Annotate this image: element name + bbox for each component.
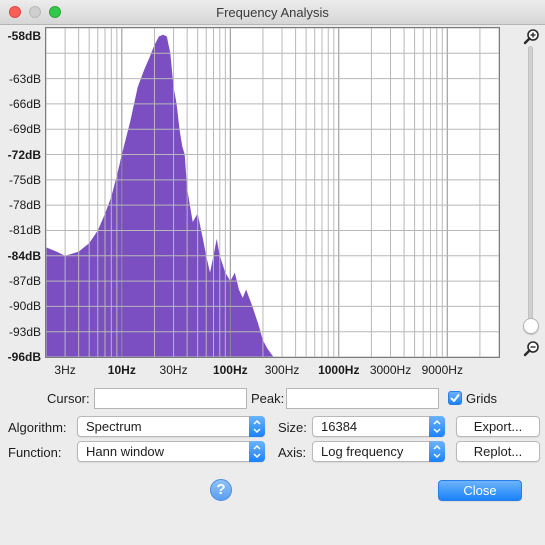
x-tick-label: 300Hz (264, 363, 300, 377)
x-tick-label: 9000Hz (421, 363, 463, 377)
x-tick-label: 1000Hz (318, 363, 360, 377)
y-tick-label: -93dB (8, 324, 41, 339)
algorithm-select[interactable]: Spectrum (77, 416, 265, 437)
zoom-out-icon[interactable] (523, 340, 541, 358)
peak-field[interactable] (286, 388, 439, 409)
spectrum-plot[interactable] (45, 27, 500, 358)
y-tick-label: -96dB (7, 350, 41, 364)
x-tick-label: 100Hz (212, 363, 248, 377)
grids-label: Grids (466, 391, 498, 406)
checkmark-icon (450, 394, 460, 402)
function-label: Function: (8, 445, 62, 460)
size-label: Size: (278, 420, 307, 435)
replot-button[interactable]: Replot... (456, 441, 540, 462)
y-tick-label: -84dB (7, 248, 41, 263)
title-bar[interactable]: Frequency Analysis (0, 0, 545, 25)
size-value: 16384 (321, 419, 358, 434)
cursor-field[interactable] (94, 388, 247, 409)
y-tick-label: -69dB (8, 122, 41, 137)
x-tick-label: 3Hz (54, 363, 76, 377)
peak-label: Peak: (251, 391, 285, 406)
zoom-slider-thumb[interactable] (523, 318, 539, 334)
y-tick-label: -81dB (8, 223, 41, 238)
axis-value: Log frequency (321, 444, 404, 459)
zoom-slider-track[interactable] (528, 46, 533, 334)
updown-arrows-icon (429, 441, 445, 462)
function-value: Hann window (86, 444, 165, 459)
updown-arrows-icon (249, 416, 265, 437)
x-tick-label: 3000Hz (369, 363, 412, 377)
close-button[interactable]: Close (438, 480, 522, 501)
algorithm-value: Spectrum (86, 419, 142, 434)
algorithm-label: Algorithm: (8, 420, 67, 435)
export-button[interactable]: Export... (456, 416, 540, 437)
y-tick-label: -90dB (8, 299, 41, 314)
size-select[interactable]: 16384 (312, 416, 445, 437)
help-button[interactable]: ? (210, 479, 232, 501)
x-tick-label: 10Hz (107, 363, 136, 377)
cursor-label: Cursor: (47, 391, 90, 406)
updown-arrows-icon (249, 441, 265, 462)
axis-label: Axis: (278, 445, 307, 460)
y-tick-label: -87dB (8, 274, 41, 289)
y-tick-label: -63dB (8, 71, 41, 86)
x-tick-label: 30Hz (159, 363, 188, 377)
y-tick-label: -78dB (8, 198, 41, 213)
y-tick-label: -66dB (8, 96, 41, 111)
axis-select[interactable]: Log frequency (312, 441, 445, 462)
y-tick-label: -58dB (7, 29, 41, 44)
window-title: Frequency Analysis (216, 5, 329, 20)
spectrum-plot-svg (45, 27, 500, 358)
y-tick-label: -72dB (7, 147, 41, 162)
function-select[interactable]: Hann window (77, 441, 265, 462)
grids-checkbox[interactable] (448, 391, 462, 405)
zoom-in-icon[interactable] (523, 28, 541, 46)
spectrum-area (46, 34, 283, 357)
y-tick-label: -75dB (8, 172, 41, 187)
updown-arrows-icon (429, 416, 445, 437)
